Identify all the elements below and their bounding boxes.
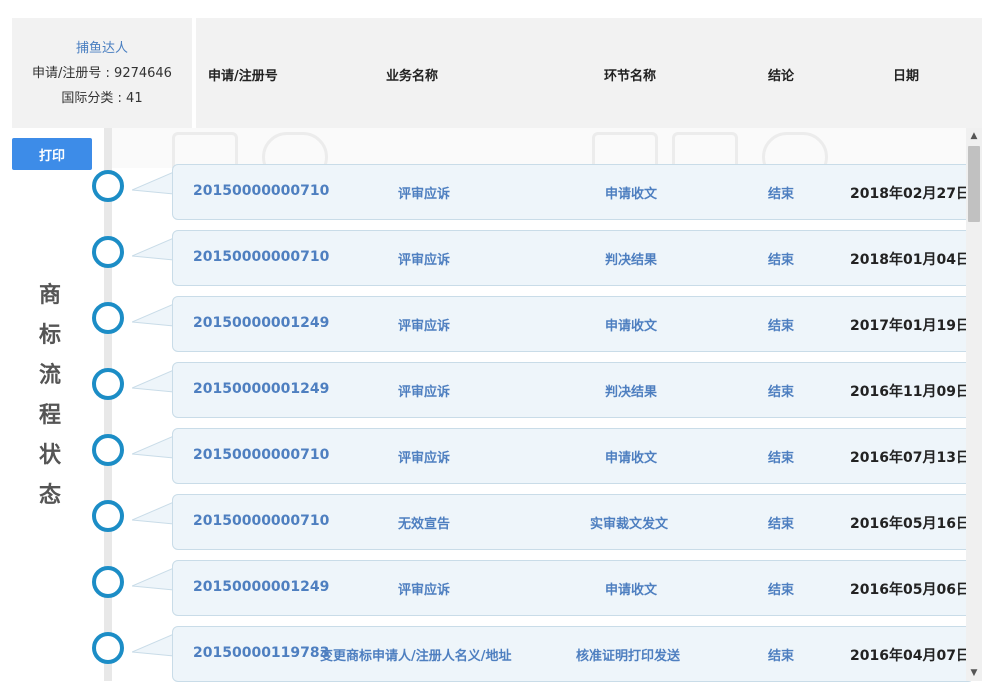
entry-result: 结束 xyxy=(768,385,795,400)
timeline-row: 20150000119783 变更商标申请人/注册人名义/地址 核准证明打印发送 结束… xyxy=(0,626,974,682)
timeline-entry-card: 20150000001249 评审应诉 申请收文 结束 2017年01月19日 xyxy=(172,296,974,352)
header-result: 结论 xyxy=(768,69,795,84)
timeline-node-icon xyxy=(92,500,124,532)
header-step: 环节名称 xyxy=(604,69,657,84)
timeline-entry-card: 20150000119783 变更商标申请人/注册人名义/地址 核准证明打印发送 结束… xyxy=(172,626,974,682)
timeline-entry-card: 20150000000710 评审应诉 申请收文 结束 2018年02月27日 xyxy=(172,164,974,220)
timeline-node-icon xyxy=(92,368,124,400)
timeline-entry-card: 20150000000710 评审应诉 判决结果 结束 2018年01月04日 xyxy=(172,230,974,286)
timeline-row: 20150000001249 评审应诉 申请收文 结束 2016年05月06日 xyxy=(0,560,974,616)
trademark-name: 捕鱼达人 xyxy=(75,40,128,56)
scroll-thumb[interactable] xyxy=(968,146,980,222)
timeline-row: 20150000001249 评审应诉 申请收文 结束 2017年01月19日 xyxy=(0,296,974,352)
speech-pointer-icon xyxy=(132,171,174,195)
entry-result: 结束 xyxy=(768,517,795,532)
header-number: 申请/注册号 xyxy=(208,69,278,84)
entry-date: 2016年07月13日 xyxy=(850,450,970,466)
registration-number: 申请/注册号 : 9274646 xyxy=(32,65,172,81)
timeline-entry-card: 20150000000710 评审应诉 申请收文 结束 2016年07月13日 xyxy=(172,428,974,484)
timeline-row: 20150000000710 无效宣告 实审裁文发文 结束 2016年05月16日 xyxy=(0,494,974,550)
scroll-up-arrow-icon[interactable]: ▲ xyxy=(966,128,982,144)
scrollbar[interactable]: ▲ ▼ xyxy=(966,128,982,681)
entry-step: 核准证明打印发送 xyxy=(576,649,681,664)
speech-pointer-icon xyxy=(132,303,174,327)
timeline-node-icon xyxy=(92,434,124,466)
entry-step: 申请收文 xyxy=(605,187,658,202)
timeline-node-icon xyxy=(92,566,124,598)
entry-date: 2016年05月06日 xyxy=(850,582,970,598)
speech-pointer-icon xyxy=(132,501,174,525)
timeline-entry-card: 20150000001249 评审应诉 判决结果 结束 2016年11月09日 xyxy=(172,362,974,418)
entry-number: 20150000000710 xyxy=(193,249,330,265)
speech-pointer-icon xyxy=(132,633,174,657)
timeline-row: 20150000001249 评审应诉 判决结果 结束 2016年11月09日 xyxy=(0,362,974,418)
entry-number: 20150000001249 xyxy=(193,381,330,397)
entry-step: 申请收文 xyxy=(605,319,658,334)
entry-result: 结束 xyxy=(768,451,795,466)
timeline-node-icon xyxy=(92,170,124,202)
entry-business: 评审应诉 xyxy=(398,319,451,334)
speech-pointer-icon xyxy=(132,369,174,393)
entry-result: 结束 xyxy=(768,319,795,334)
timeline-entry-card: 20150000001249 评审应诉 申请收文 结束 2016年05月06日 xyxy=(172,560,974,616)
entry-business: 评审应诉 xyxy=(398,451,451,466)
header-date: 日期 xyxy=(893,69,920,84)
entry-step: 申请收文 xyxy=(605,451,658,466)
entry-date: 2018年01月04日 xyxy=(850,252,970,268)
entry-business: 评审应诉 xyxy=(398,253,451,268)
timeline-row: 20150000000710 评审应诉 申请收文 结束 2016年07月13日 xyxy=(0,428,974,484)
entry-step: 判决结果 xyxy=(605,385,658,400)
entry-step: 申请收文 xyxy=(605,583,658,598)
watermark-background xyxy=(112,128,966,168)
entry-business: 评审应诉 xyxy=(398,187,451,202)
entry-number: 20150000000710 xyxy=(193,447,330,463)
entry-number: 20150000119783 xyxy=(193,645,330,661)
timeline-entry-card: 20150000000710 无效宣告 实审裁文发文 结束 2016年05月16日 xyxy=(172,494,974,550)
entry-date: 2017年01月19日 xyxy=(850,318,970,334)
header-business: 业务名称 xyxy=(386,69,439,84)
entry-step: 实审裁文发文 xyxy=(590,517,669,532)
entry-date: 2016年11月09日 xyxy=(850,384,970,400)
entry-business: 变更商标申请人/注册人名义/地址 xyxy=(320,649,512,664)
entry-step: 判决结果 xyxy=(605,253,658,268)
entry-number: 20150000001249 xyxy=(193,315,330,331)
trademark-info-panel: 捕鱼达人 申请/注册号 : 9274646 国际分类 : 41 xyxy=(12,18,192,128)
entry-date: 2018年02月27日 xyxy=(850,186,970,202)
entry-result: 结束 xyxy=(768,187,795,202)
international-class: 国际分类 : 41 xyxy=(61,90,143,106)
timeline-row: 20150000000710 评审应诉 申请收文 结束 2018年02月27日 xyxy=(0,164,974,220)
speech-pointer-icon xyxy=(132,567,174,591)
entry-business: 评审应诉 xyxy=(398,385,451,400)
speech-pointer-icon xyxy=(132,435,174,459)
entry-number: 20150000000710 xyxy=(193,513,330,529)
timeline-node-icon xyxy=(92,632,124,664)
entry-date: 2016年04月07日 xyxy=(850,648,970,664)
scroll-down-arrow-icon[interactable]: ▼ xyxy=(966,665,982,681)
entry-result: 结束 xyxy=(768,253,795,268)
timeline-node-icon xyxy=(92,302,124,334)
table-header: 申请/注册号 业务名称 环节名称 结论 日期 xyxy=(196,18,982,128)
entry-number: 20150000001249 xyxy=(193,579,330,595)
timeline-node-icon xyxy=(92,236,124,268)
timeline-row: 20150000000710 评审应诉 判决结果 结束 2018年01月04日 xyxy=(0,230,974,286)
entry-date: 2016年05月16日 xyxy=(850,516,970,532)
entry-business: 评审应诉 xyxy=(398,583,451,598)
entry-business: 无效宣告 xyxy=(398,517,451,532)
speech-pointer-icon xyxy=(132,237,174,261)
entry-number: 20150000000710 xyxy=(193,183,330,199)
entry-result: 结束 xyxy=(768,583,795,598)
entry-result: 结束 xyxy=(768,649,795,664)
